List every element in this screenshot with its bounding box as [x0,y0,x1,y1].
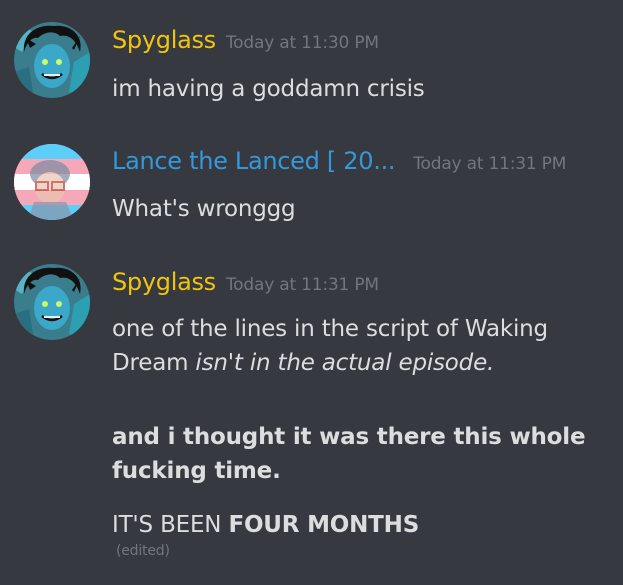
message-text: What's wronggg [112,196,296,222]
text-bold: FOUR MONTHS [228,512,420,538]
message-line: one of the lines in the script of Waking [112,316,548,342]
message-group-2: Lance the Lanced [ 20... Today at 11:31 P… [0,130,623,250]
text-plain: IT'S BEEN [112,512,229,538]
message-line: fucking time. [112,454,585,488]
text-bold: fucking time. [112,458,281,484]
message-line: and i thought it was there this whole [112,420,586,454]
lance-avatar-icon [14,144,90,220]
spyglass-avatar-icon [14,264,90,340]
message-text-bold: and i thought it was there this whole fu… [112,420,586,488]
message-header: Spyglass Today at 11:30 PM [112,26,379,54]
text-plain: Dream [112,350,196,376]
username-spyglass[interactable]: Spyglass [112,26,216,54]
message-text-last: IT'S BEEN FOUR MONTHS (edited) [112,508,419,560]
spyglass-avatar[interactable] [14,264,90,340]
message-group-1: Spyglass Today at 11:30 PM im having a go… [0,0,623,130]
text-italic: isn't in the actual episode. [195,350,495,376]
message-line: IT'S BEEN FOUR MONTHS [112,508,419,542]
lance-avatar[interactable] [14,144,90,220]
timestamp: Today at 11:31 PM [225,275,379,295]
spyglass-avatar[interactable] [14,22,90,98]
username-spyglass[interactable]: Spyglass [112,268,216,296]
timestamp: Today at 11:30 PM [225,33,379,53]
message-text: im having a goddamn crisis [112,76,425,102]
spyglass-avatar-icon [14,22,90,98]
message-header: Lance the Lanced [ 20... Today at 11:31 P… [112,147,566,175]
message-text: one of the lines in the script of Waking… [112,312,548,380]
message-group-3: Spyglass Today at 11:31 PM one of the lin… [0,250,623,585]
text-bold: and i thought it was there this whole [112,424,586,450]
edited-label: (edited) [116,543,170,559]
timestamp: Today at 11:31 PM [413,154,567,174]
username-lance[interactable]: Lance the Lanced [ 20... [112,147,396,175]
message-line: Dream isn't in the actual episode. [112,346,548,380]
message-header: Spyglass Today at 11:31 PM [112,268,379,296]
